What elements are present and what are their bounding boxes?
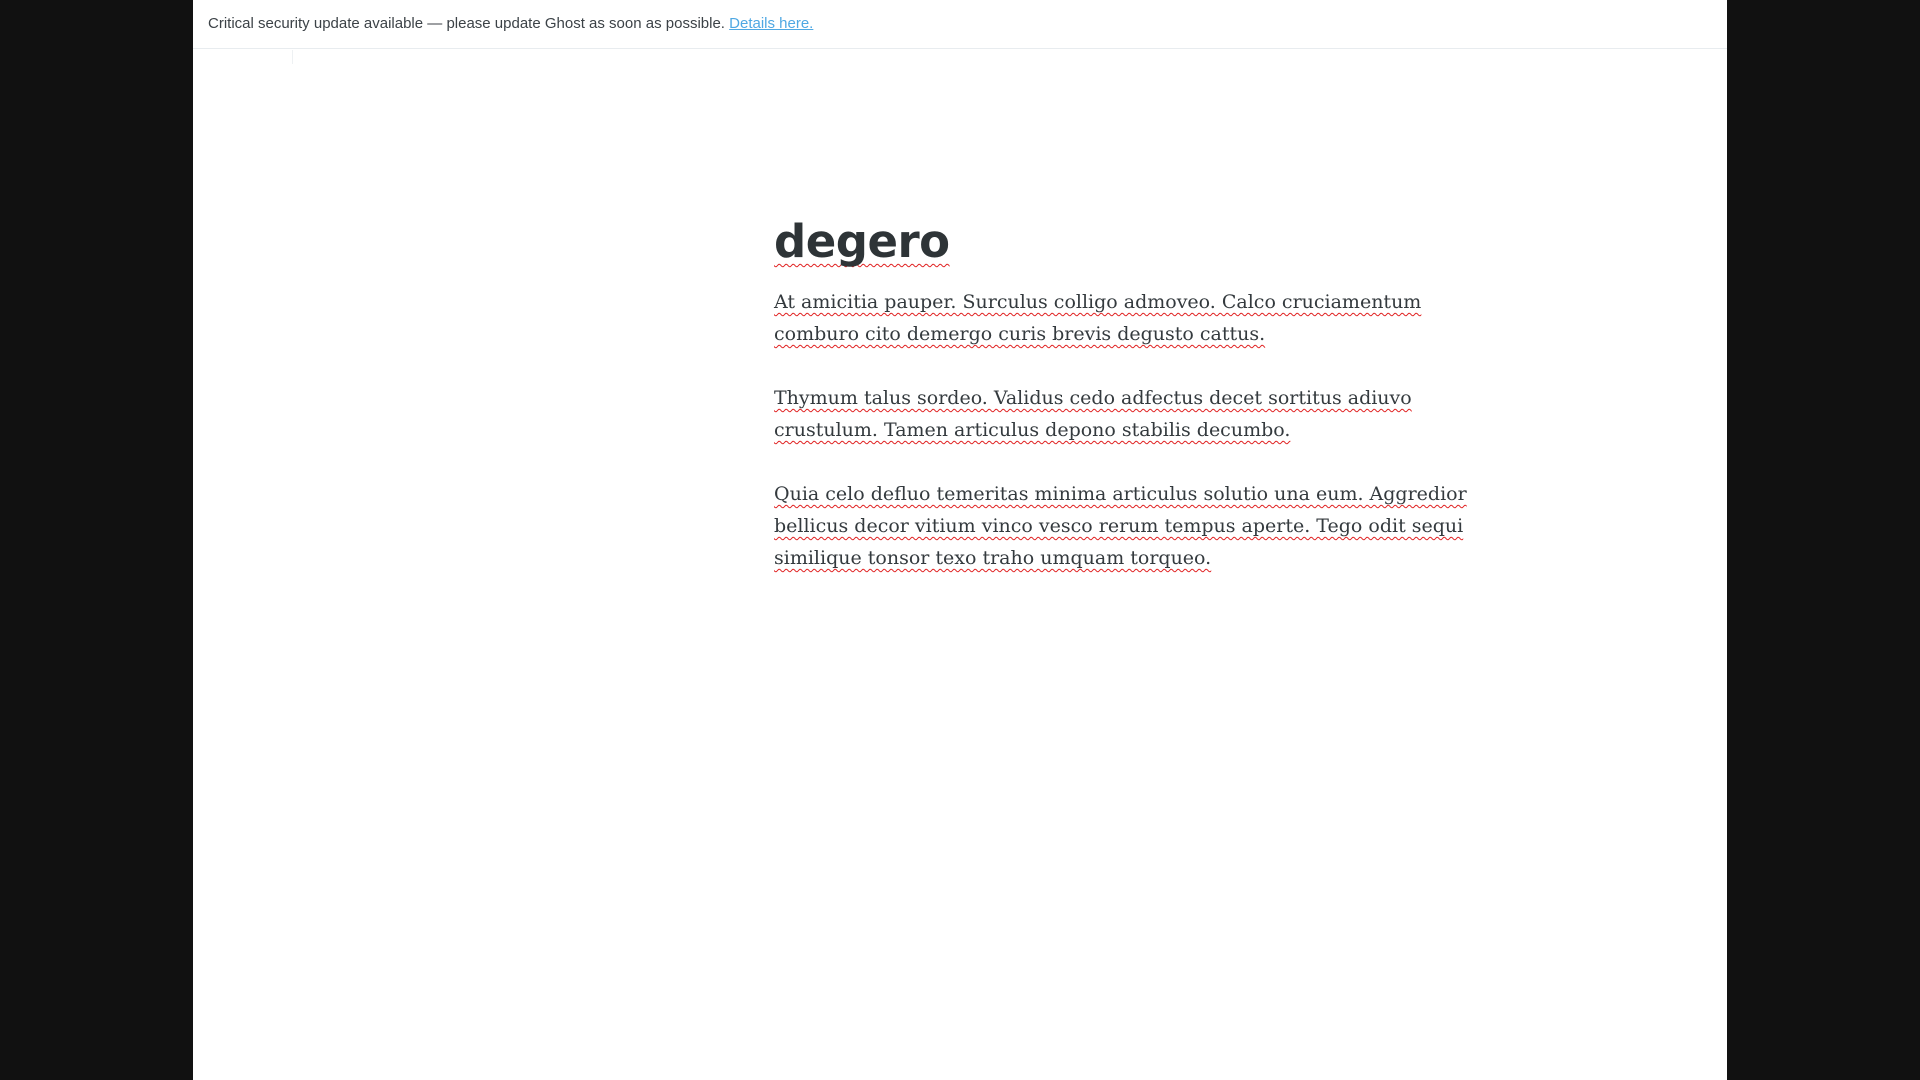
post-body[interactable]: At amicitia pauper. Surculus colligo adm…: [774, 286, 1509, 574]
sidebar-divider: [292, 50, 293, 64]
post-editor[interactable]: degero At amicitia pauper. Surculus coll…: [774, 212, 1509, 606]
paragraph-2[interactable]: Thymum talus sordeo. Validus cedo adfect…: [774, 382, 1509, 446]
alert-message: Critical security update available — ple…: [208, 15, 725, 32]
paragraph-1[interactable]: At amicitia pauper. Surculus colligo adm…: [774, 286, 1509, 350]
alert-text: Critical security update available — ple…: [208, 15, 813, 32]
alert-details-link[interactable]: Details here.: [729, 15, 813, 32]
post-title[interactable]: degero: [774, 212, 1509, 272]
security-alert-banner: Critical security update available — ple…: [193, 0, 1727, 49]
editor-window: Critical security update available — ple…: [193, 0, 1727, 1080]
paragraph-3[interactable]: Quia celo defluo temeritas minima articu…: [774, 478, 1509, 574]
